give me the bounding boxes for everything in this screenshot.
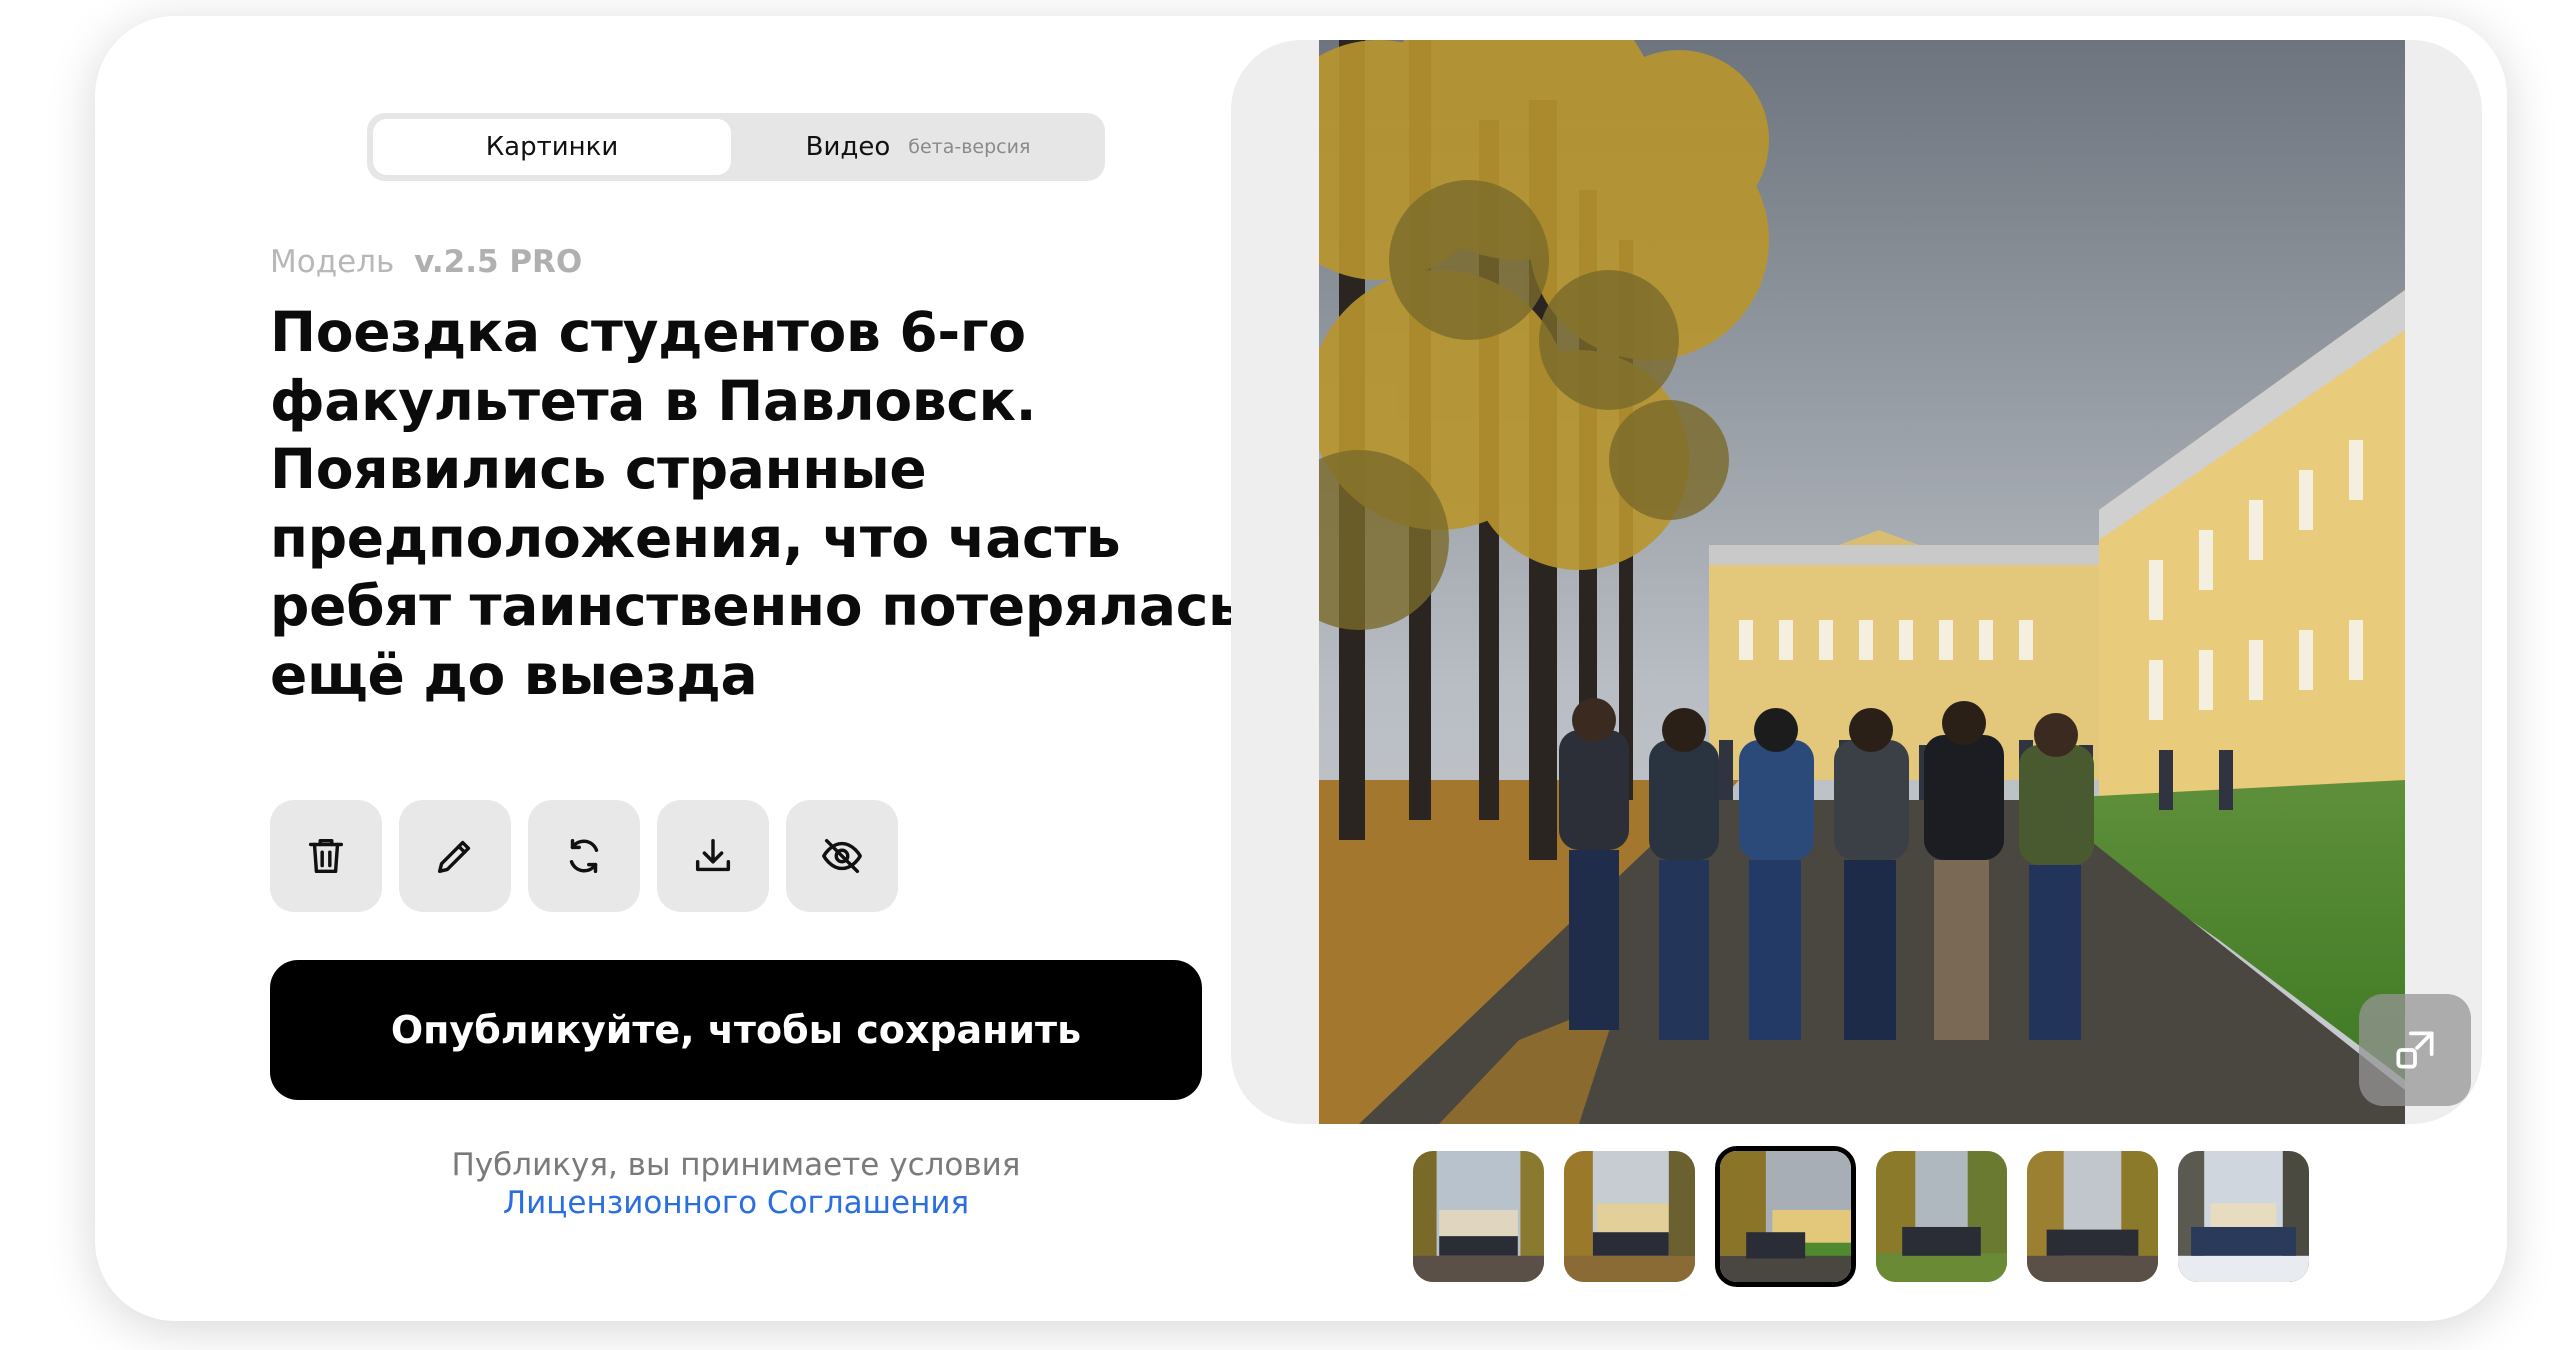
thumbnail-image	[1413, 1151, 1544, 1282]
license-agreement-link[interactable]: Лицензионного Соглашения	[270, 1184, 1202, 1222]
terms-note: Публикуя, вы принимаете условия Лицензио…	[270, 1146, 1202, 1222]
expand-icon	[2396, 1031, 2434, 1069]
action-toolbar	[270, 800, 898, 912]
mode-toggle: Картинки Видео бета-версия	[367, 113, 1105, 181]
publish-button[interactable]: Опубликуйте, чтобы сохранить	[270, 960, 1202, 1100]
download-button[interactable]	[657, 800, 769, 912]
regenerate-button[interactable]	[528, 800, 640, 912]
thumbnail-image	[2027, 1151, 2158, 1282]
generated-image[interactable]	[1319, 40, 2405, 1124]
prompt-text: Поездка студентов 6-го факультета в Павл…	[270, 300, 1243, 707]
thumbnail-image	[2178, 1151, 2309, 1282]
thumbnail-image	[1720, 1151, 1851, 1282]
park-palace-photo	[1319, 40, 2405, 1124]
model-version: v.2.5 PRO	[414, 244, 583, 280]
terms-text: Публикуя, вы принимаете условия	[451, 1147, 1021, 1183]
thumbnail[interactable]	[2178, 1151, 2309, 1282]
prompt-container[interactable]: Поездка студентов 6-го факультета в Павл…	[270, 298, 1270, 728]
tab-images-label: Картинки	[485, 132, 619, 162]
edit-button[interactable]	[399, 800, 511, 912]
tab-video[interactable]: Видео бета-версия	[737, 119, 1099, 175]
thumbnail-selected[interactable]	[1715, 1146, 1856, 1287]
model-label: Модель	[270, 244, 395, 280]
thumbnail-image	[1876, 1151, 2007, 1282]
tab-images[interactable]: Картинки	[373, 119, 731, 175]
model-info: Модель v.2.5 PRO	[270, 244, 582, 280]
regenerate-icon	[569, 838, 599, 874]
pencil-icon	[437, 840, 471, 874]
thumbnail[interactable]	[1564, 1151, 1695, 1282]
tab-video-label: Видео	[805, 132, 891, 162]
thumbnail[interactable]	[1413, 1151, 1544, 1282]
download-icon	[695, 838, 731, 872]
thumbnail-strip	[1413, 1146, 2309, 1287]
main-card: Картинки Видео бета-версия Модель v.2.5 …	[95, 16, 2507, 1321]
eye-off-icon	[822, 838, 862, 874]
thumbnail-image	[1564, 1151, 1695, 1282]
thumbnail[interactable]	[2027, 1151, 2158, 1282]
trash-icon	[308, 838, 344, 874]
hide-button[interactable]	[786, 800, 898, 912]
beta-badge: бета-версия	[908, 136, 1031, 158]
expand-button[interactable]	[2359, 994, 2471, 1106]
thumbnail[interactable]	[1876, 1151, 2007, 1282]
delete-button[interactable]	[270, 800, 382, 912]
